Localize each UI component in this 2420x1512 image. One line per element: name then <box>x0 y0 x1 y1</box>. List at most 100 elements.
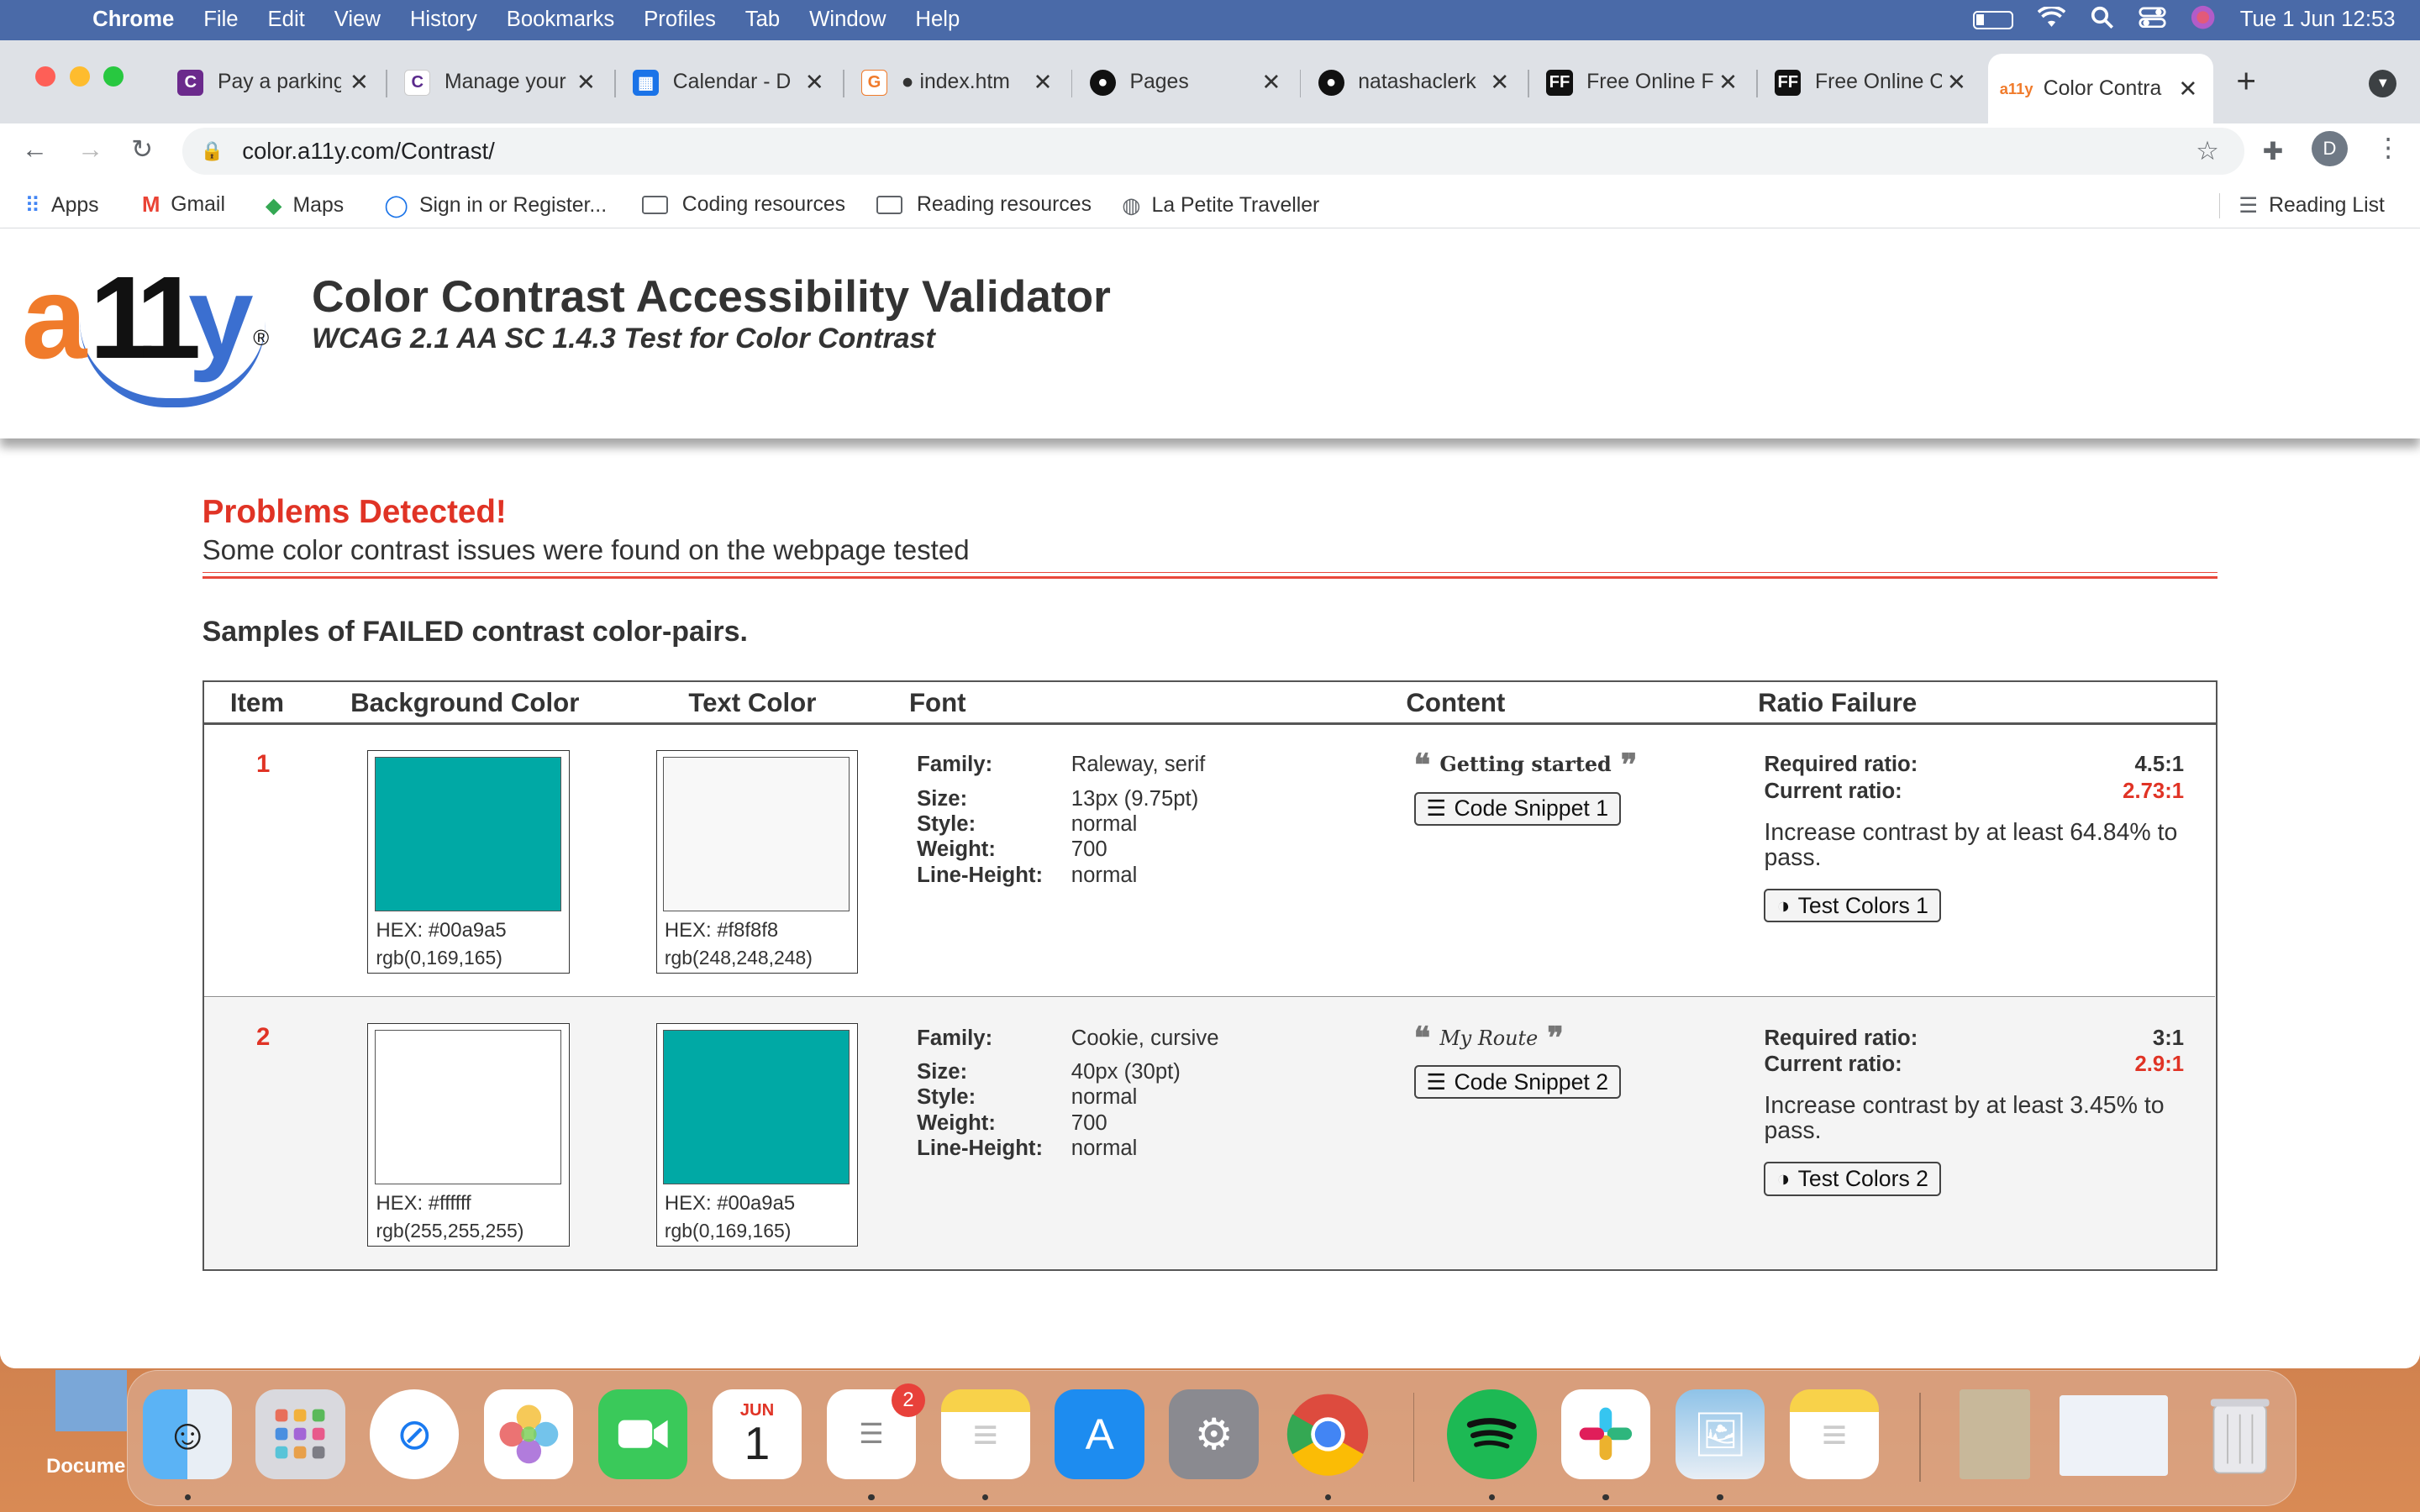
close-tab-icon[interactable]: ✕ <box>1261 69 1281 96</box>
tab-manage-your[interactable]: C Manage your ✕ <box>404 57 605 108</box>
font-key: Weight: <box>917 1110 996 1135</box>
desktop-document-label[interactable]: Docume <box>46 1455 125 1478</box>
close-tab-icon[interactable]: ✕ <box>805 69 824 96</box>
menu-bookmarks[interactable]: Bookmarks <box>507 8 615 32</box>
a11y-logo[interactable]: a 11 y ® <box>22 247 284 413</box>
bookmark-coding-resources[interactable]: Coding resources <box>642 193 845 217</box>
address-bar[interactable]: 🔒 color.a11y.com/Contrast/ ☆ <box>182 128 2244 175</box>
menu-clock[interactable]: Tue 1 Jun 12:53 <box>2240 8 2396 32</box>
url-text[interactable]: color.a11y.com/Contrast/ <box>242 138 495 165</box>
wifi-icon[interactable] <box>2037 5 2066 34</box>
folder-icon <box>642 195 669 214</box>
battery-icon[interactable] <box>1973 10 2013 29</box>
new-tab-icon[interactable]: + <box>2236 61 2256 101</box>
menu-edit[interactable]: Edit <box>268 8 305 32</box>
app-store-icon[interactable]: A <box>1055 1389 1144 1479</box>
menu-tab[interactable]: Tab <box>745 8 780 32</box>
red-divider <box>202 572 2218 579</box>
menu-view[interactable]: View <box>334 8 381 32</box>
samples-heading: Samples of FAILED contrast color-pairs. <box>202 615 748 648</box>
dock-separator <box>1413 1392 1415 1483</box>
menu-window[interactable]: Window <box>809 8 886 32</box>
bookmark-la-petite-traveller[interactable]: ◍ La Petite Traveller <box>1122 193 1319 218</box>
window-controls <box>35 66 124 87</box>
minimize-window-button[interactable] <box>69 66 90 87</box>
font-key: Style: <box>917 812 976 837</box>
menu-history[interactable]: History <box>410 8 477 32</box>
macos-dock: ☺ ⊘ JUN 1 ☰ 2 ≡ A ⚙ 🖼 ≡ <box>126 1369 2296 1506</box>
code-snippet-button[interactable]: ☰ Code Snippet 2 <box>1413 1064 1621 1100</box>
bookmark-apps[interactable]: ⠿ Apps <box>24 193 98 218</box>
tab-color-contrast-active[interactable]: a11y Color Contra ✕ <box>1987 54 2213 123</box>
line-height-value: normal <box>1071 863 1138 887</box>
text-color-swatch: HEX: #f8f8f8 rgb(248,248,248) <box>655 749 859 974</box>
menu-file[interactable]: File <box>203 8 238 32</box>
tab-free-online-2[interactable]: FF Free Online C ✕ <box>1775 57 1975 108</box>
chrome-icon[interactable] <box>1283 1389 1373 1479</box>
macos-menu-bar: Chrome File Edit View History Bookmarks … <box>0 0 2420 40</box>
tab-search-chevron-icon[interactable]: ▼ <box>2369 69 2397 97</box>
tab-title: Free Online C <box>1814 71 1942 94</box>
finder-icon[interactable]: ☺ <box>142 1389 233 1479</box>
desktop-document-icon[interactable] <box>55 1369 127 1432</box>
document-stack-icon[interactable] <box>1959 1389 2031 1479</box>
tab-index-html[interactable]: G ● index.htm ✕ <box>860 57 1062 108</box>
bookmark-reading-resources[interactable]: Reading resources <box>876 193 1092 217</box>
extensions-puzzle-icon[interactable]: ✚ <box>2263 137 2284 166</box>
launchpad-icon[interactable] <box>255 1389 345 1479</box>
tab-separator <box>614 69 616 97</box>
tab-pay-parking[interactable]: C Pay a parking ✕ <box>177 57 378 108</box>
zoom-window-button[interactable] <box>103 66 124 87</box>
forward-arrow-icon[interactable]: → <box>77 134 103 165</box>
close-tab-icon[interactable]: ✕ <box>1718 69 1738 96</box>
bookmark-gmail[interactable]: M Gmail <box>142 193 225 218</box>
system-preferences-icon[interactable]: ⚙ <box>1169 1389 1259 1479</box>
bookmark-star-icon[interactable]: ☆ <box>2196 136 2219 166</box>
tab-pages[interactable]: ● Pages ✕ <box>1089 57 1291 108</box>
menu-help[interactable]: Help <box>915 8 960 32</box>
close-tab-icon[interactable]: ✕ <box>576 69 596 96</box>
test-colors-button[interactable]: ◑ Test Colors 1 <box>1764 889 1941 923</box>
siri-icon[interactable] <box>2191 5 2215 35</box>
close-window-button[interactable] <box>35 66 56 87</box>
open-quote-icon: ❝ <box>1413 1020 1431 1055</box>
slack-icon[interactable] <box>1560 1389 1651 1479</box>
close-tab-icon[interactable]: ✕ <box>1490 69 1509 96</box>
preview-icon[interactable]: 🖼 <box>1675 1389 1765 1479</box>
required-ratio: 3:1 <box>2152 1026 2185 1050</box>
tab-calendar[interactable]: ▦ Calendar - D ✕ <box>633 57 834 108</box>
menu-app-name[interactable]: Chrome <box>92 8 174 32</box>
reading-list-button[interactable]: ☰ Reading List <box>2219 192 2385 218</box>
test-colors-button[interactable]: ◑ Test Colors 2 <box>1764 1162 1941 1196</box>
control-center-icon[interactable] <box>2139 6 2166 34</box>
close-tab-icon[interactable]: ✕ <box>2178 76 2197 102</box>
stickies-icon[interactable]: ≡ <box>1789 1389 1880 1479</box>
bookmark-maps[interactable]: ◆ Maps <box>266 193 344 218</box>
font-style-value: normal <box>1071 812 1138 837</box>
col-font: Font <box>908 688 966 718</box>
tab-natashaclerk[interactable]: ● natashaclerk ✕ <box>1318 57 1519 108</box>
tab-title: natashaclerk <box>1358 71 1476 94</box>
reload-icon[interactable]: ↻ <box>131 134 153 165</box>
facetime-icon[interactable] <box>597 1389 688 1479</box>
chrome-menu-icon[interactable]: ⋮ <box>2375 133 2402 163</box>
tab-free-online-1[interactable]: FF Free Online F ✕ <box>1546 57 1747 108</box>
code-snippet-button[interactable]: ☰ Code Snippet 1 <box>1413 791 1621 827</box>
lock-icon[interactable]: 🔒 <box>201 140 224 162</box>
photos-icon[interactable] <box>483 1389 574 1479</box>
close-tab-icon[interactable]: ✕ <box>350 69 369 96</box>
spotlight-search-icon[interactable] <box>2091 6 2114 35</box>
close-tab-icon[interactable]: ✕ <box>1034 69 1053 96</box>
font-key: Family: <box>917 1026 993 1050</box>
screenshot-stack-icon[interactable] <box>2060 1395 2168 1476</box>
calendar-app-icon[interactable]: JUN 1 <box>712 1389 802 1479</box>
spotify-icon[interactable] <box>1446 1389 1537 1479</box>
trash-icon[interactable] <box>2196 1389 2286 1479</box>
bookmark-sign-in[interactable]: ◯ Sign in or Register... <box>384 193 607 218</box>
safari-icon[interactable]: ⊘ <box>369 1389 460 1479</box>
notes-icon[interactable]: ≡ <box>940 1389 1031 1479</box>
profile-avatar[interactable]: D <box>2312 131 2348 167</box>
back-arrow-icon[interactable]: ← <box>22 134 48 165</box>
close-tab-icon[interactable]: ✕ <box>1947 69 1966 96</box>
menu-profiles[interactable]: Profiles <box>644 8 716 32</box>
